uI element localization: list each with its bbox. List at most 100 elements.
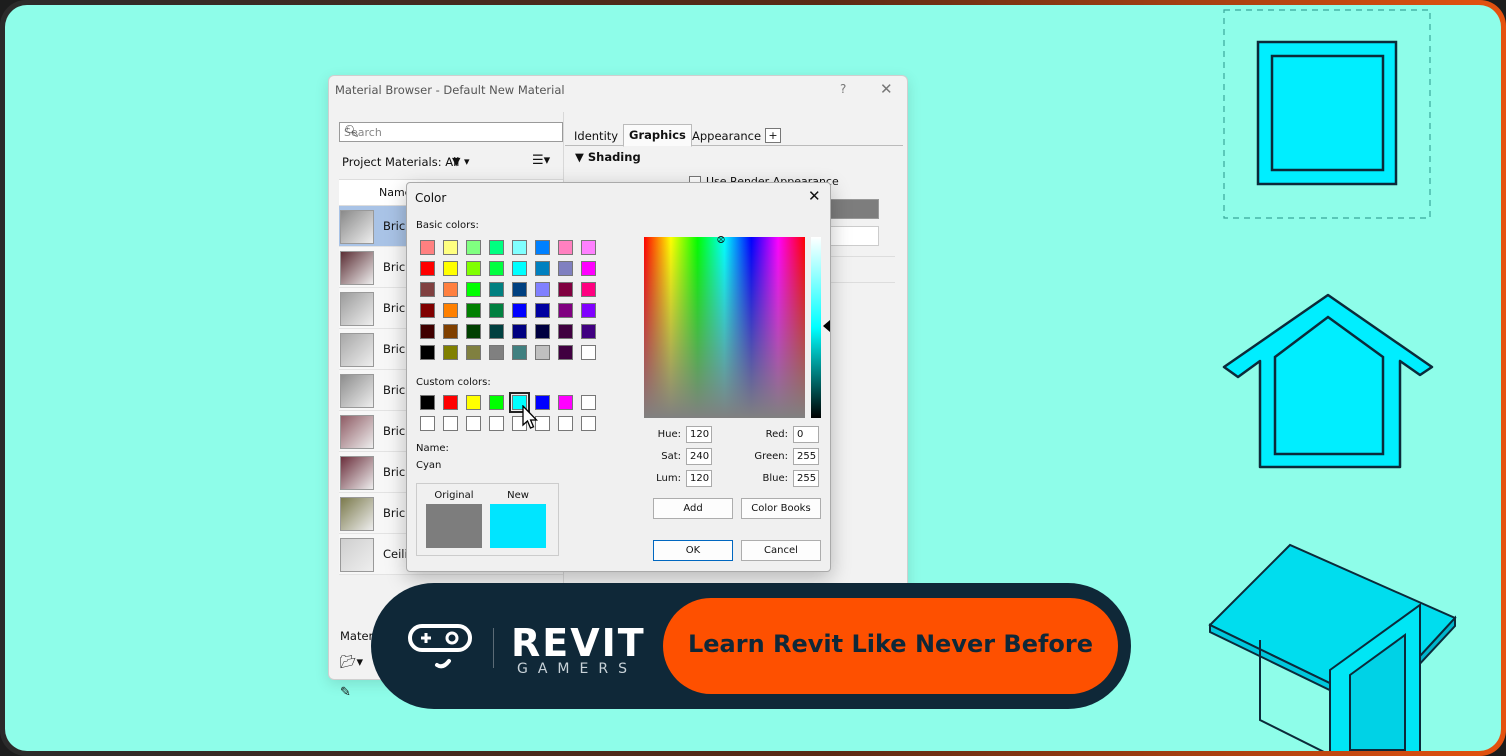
- custom-color-swatch[interactable]: [420, 416, 435, 431]
- basic-color-swatch[interactable]: [443, 303, 458, 318]
- red-input[interactable]: 0: [793, 426, 819, 443]
- hue-input[interactable]: 120: [686, 426, 712, 443]
- shading-section-header[interactable]: ▼ Shading: [575, 150, 641, 164]
- basic-color-swatch[interactable]: [420, 261, 435, 276]
- custom-color-swatch[interactable]: [466, 395, 481, 410]
- background-stage: Material Browser - Default New Material …: [5, 5, 1501, 751]
- basic-color-swatch[interactable]: [466, 261, 481, 276]
- basic-color-swatch[interactable]: [489, 261, 504, 276]
- basic-color-swatch[interactable]: [535, 345, 550, 360]
- basic-color-swatch[interactable]: [466, 240, 481, 255]
- basic-color-swatch[interactable]: [420, 282, 435, 297]
- basic-color-swatch[interactable]: [420, 240, 435, 255]
- material-thumbnail: [340, 456, 374, 490]
- basic-color-swatch[interactable]: [443, 282, 458, 297]
- basic-color-swatch[interactable]: [420, 324, 435, 339]
- basic-color-swatch[interactable]: [466, 282, 481, 297]
- help-button[interactable]: ?: [840, 82, 846, 96]
- color-dialog: Color ✕ Basic colors: Custom colors: Nam…: [406, 182, 831, 572]
- green-input[interactable]: 255: [793, 448, 819, 465]
- close-icon[interactable]: ✕: [808, 187, 821, 205]
- basic-color-swatch[interactable]: [581, 345, 596, 360]
- color-books-button[interactable]: Color Books: [741, 498, 821, 519]
- custom-color-swatch[interactable]: [581, 395, 596, 410]
- basic-color-swatch[interactable]: [489, 303, 504, 318]
- ok-button[interactable]: OK: [653, 540, 733, 561]
- add-tab-button[interactable]: +: [765, 128, 781, 143]
- basic-color-swatch[interactable]: [558, 303, 573, 318]
- edit-material-icon[interactable]: ✎: [340, 685, 351, 700]
- custom-color-swatch[interactable]: [558, 416, 573, 431]
- lum-input[interactable]: 120: [686, 470, 712, 487]
- basic-color-swatch[interactable]: [420, 345, 435, 360]
- tab-identity[interactable]: Identity: [569, 126, 623, 146]
- custom-color-swatch[interactable]: [489, 395, 504, 410]
- basic-color-swatch[interactable]: [581, 261, 596, 276]
- basic-color-swatch[interactable]: [443, 240, 458, 255]
- basic-color-swatch[interactable]: [581, 324, 596, 339]
- color-spectrum-picker[interactable]: [644, 237, 805, 418]
- basic-color-swatch[interactable]: [489, 324, 504, 339]
- basic-color-swatch[interactable]: [558, 324, 573, 339]
- basic-color-swatch[interactable]: [581, 240, 596, 255]
- custom-color-swatch[interactable]: [420, 395, 435, 410]
- basic-color-swatch[interactable]: [535, 303, 550, 318]
- tab-appearance[interactable]: Appearance: [687, 126, 766, 146]
- library-menu-icon[interactable]: 📂︎▾: [340, 655, 363, 670]
- custom-color-swatch[interactable]: [443, 416, 458, 431]
- search-input[interactable]: Search 🔍︎: [339, 122, 563, 142]
- basic-color-swatch[interactable]: [558, 240, 573, 255]
- basic-color-swatch[interactable]: [420, 303, 435, 318]
- basic-color-swatch[interactable]: [558, 261, 573, 276]
- red-label: Red:: [765, 429, 788, 440]
- custom-color-swatch[interactable]: [466, 416, 481, 431]
- close-button[interactable]: ✕: [880, 80, 893, 98]
- custom-color-swatch[interactable]: [581, 416, 596, 431]
- basic-color-swatch[interactable]: [535, 324, 550, 339]
- basic-color-swatch[interactable]: [512, 240, 527, 255]
- basic-color-swatch[interactable]: [558, 282, 573, 297]
- basic-color-swatch[interactable]: [512, 324, 527, 339]
- basic-color-swatch[interactable]: [489, 282, 504, 297]
- basic-color-swatch[interactable]: [512, 303, 527, 318]
- tagline-pill[interactable]: Learn Revit Like Never Before: [663, 598, 1118, 694]
- luminosity-slider[interactable]: [811, 237, 821, 418]
- custom-color-swatch[interactable]: [489, 416, 504, 431]
- basic-color-swatch[interactable]: [581, 282, 596, 297]
- basic-color-swatch[interactable]: [558, 345, 573, 360]
- tab-graphics[interactable]: Graphics: [623, 124, 692, 147]
- basic-color-swatch[interactable]: [443, 261, 458, 276]
- custom-color-swatch[interactable]: [443, 395, 458, 410]
- filter-icon[interactable]: ▼ ▾: [452, 155, 469, 168]
- basic-color-swatch[interactable]: [489, 345, 504, 360]
- search-icon[interactable]: 🔍︎: [344, 124, 558, 138]
- basic-color-swatch[interactable]: [466, 303, 481, 318]
- basic-color-swatch[interactable]: [535, 282, 550, 297]
- basic-colors-label: Basic colors:: [416, 220, 479, 231]
- blue-input[interactable]: 255: [793, 470, 819, 487]
- dialog-title: Color: [415, 191, 447, 205]
- basic-color-swatch[interactable]: [581, 303, 596, 318]
- material-thumbnail: [340, 292, 374, 326]
- add-button[interactable]: Add: [653, 498, 733, 519]
- basic-color-swatch[interactable]: [443, 324, 458, 339]
- basic-color-swatch[interactable]: [512, 282, 527, 297]
- list-view-icon[interactable]: ☰▾: [532, 153, 550, 168]
- basic-color-swatch[interactable]: [512, 261, 527, 276]
- shading-color-swatch[interactable]: [825, 199, 879, 219]
- basic-color-swatch[interactable]: [466, 324, 481, 339]
- custom-color-swatch[interactable]: [558, 395, 573, 410]
- basic-color-swatch[interactable]: [512, 345, 527, 360]
- basic-color-swatch[interactable]: [535, 261, 550, 276]
- luminosity-slider-handle[interactable]: [823, 320, 830, 332]
- basic-color-swatch[interactable]: [489, 240, 504, 255]
- new-label: New: [507, 490, 529, 501]
- material-thumbnail: [340, 251, 374, 285]
- cancel-button[interactable]: Cancel: [741, 540, 821, 561]
- basic-color-swatch[interactable]: [466, 345, 481, 360]
- basic-color-swatch[interactable]: [443, 345, 458, 360]
- basic-color-swatch[interactable]: [535, 240, 550, 255]
- transparency-field[interactable]: [825, 226, 879, 246]
- sat-input[interactable]: 240: [686, 448, 712, 465]
- custom-colors-grid: [420, 392, 596, 431]
